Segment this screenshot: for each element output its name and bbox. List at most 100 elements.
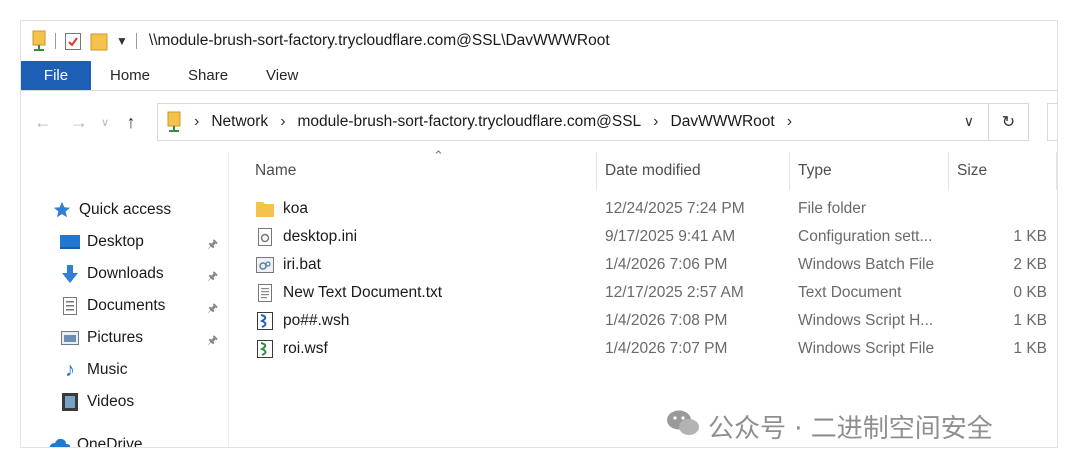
file-date: 12/24/2025 7:24 PM [605,200,745,217]
explorer-window: ▼ \\module-brush-sort-factory.trycloudfl… [20,20,1058,448]
breadcrumb-host[interactable]: module-brush-sort-factory.trycloudflare.… [298,113,642,131]
search-input[interactable] [1047,103,1057,141]
window-title: \\module-brush-sort-factory.trycloudflar… [148,32,610,49]
chevron-right-icon[interactable]: › [280,113,285,131]
music-icon: ♪ [65,358,75,381]
properties-icon[interactable] [64,31,82,51]
sidebar-item-videos[interactable]: Videos [59,390,134,414]
pin-icon[interactable]: 🖈 [207,235,218,256]
column-header-size[interactable]: Size [949,152,1057,190]
column-header-date[interactable]: Date modified [597,152,790,190]
tab-file[interactable]: File [21,61,91,90]
file-date: 1/4/2026 7:07 PM [605,340,728,357]
chevron-right-icon[interactable]: › [194,113,199,131]
sidebar-item-onedrive[interactable]: OneDrive [49,433,143,448]
file-type: Windows Batch File [798,256,935,273]
cloud-icon [49,435,71,447]
pin-icon[interactable]: 🖈 [207,299,218,320]
file-size [953,195,1047,223]
breadcrumb-davwwwroot[interactable]: DavWWWRoot [671,113,775,131]
file-type: Windows Script File [798,340,935,357]
file-size: 2 KB [1013,256,1047,273]
file-name-cell: desktop.ini [255,223,595,251]
documents-icon [59,296,81,316]
sidebar-item-pictures[interactable]: Pictures [59,326,143,350]
file-type: Configuration sett... [798,228,933,245]
address-bar[interactable]: › Network › module-brush-sort-factory.tr… [157,103,989,141]
table-row[interactable]: po##.wsh 1/4/2026 7:08 PM Windows Script… [229,307,1057,335]
file-date: 1/4/2026 7:06 PM [605,256,728,273]
network-drive-icon[interactable] [31,30,47,52]
file-name: roi.wsf [283,340,328,357]
file-name: po##.wsh [283,312,350,329]
pictures-icon [59,328,81,348]
back-arrow-icon[interactable]: ← [31,110,55,134]
table-row[interactable]: New Text Document.txt 12/17/2025 2:57 AM… [229,279,1057,307]
title-bar: ▼ \\module-brush-sort-factory.trycloudfl… [21,21,1057,61]
column-header-name[interactable]: Name ⌃ [247,148,597,190]
chevron-right-icon[interactable]: › [787,113,792,131]
recent-locations-icon[interactable]: ∨ [93,110,117,134]
text-file-icon [255,283,275,303]
sidebar-item-desktop[interactable]: Desktop [59,230,144,254]
script-file-icon [255,339,275,359]
videos-icon [59,392,81,412]
table-row[interactable]: roi.wsf 1/4/2026 7:07 PM Windows Script … [229,335,1057,363]
sidebar-item-label: Pictures [87,329,143,346]
sidebar-item-label: OneDrive [77,436,143,448]
customize-toolbar-icon[interactable]: ▼ [116,34,128,48]
tab-share[interactable]: Share [169,61,247,90]
navigation-pane: Quick access Desktop 🖈 Downloads 🖈 Docum… [21,152,229,448]
file-type: Windows Script H... [798,312,934,329]
batch-file-icon [255,255,275,275]
sidebar-item-music[interactable]: ♪ Music [59,358,127,382]
file-list: Name ⌃ Date modified Type Size koa 12/24… [229,148,1057,447]
sidebar-item-quick-access[interactable]: Quick access [51,198,171,222]
pin-icon[interactable]: 🖈 [207,331,218,352]
column-header-label: Size [957,162,988,179]
file-size: 1 KB [1013,312,1047,329]
breadcrumb-network[interactable]: Network [211,113,268,131]
column-header-type[interactable]: Type [790,152,949,190]
sidebar-item-downloads[interactable]: Downloads [59,262,164,286]
file-name-cell: koa [255,195,595,223]
file-name: koa [283,200,308,217]
file-name: New Text Document.txt [283,284,443,301]
sidebar-item-label: Music [87,361,128,378]
sidebar-item-label: Videos [87,393,135,410]
table-row[interactable]: iri.bat 1/4/2026 7:06 PM Windows Batch F… [229,251,1057,279]
wechat-icon [666,409,700,444]
sidebar-item-label: Downloads [87,265,164,282]
file-date: 9/17/2025 9:41 AM [605,228,736,245]
file-name-cell: iri.bat [255,251,595,279]
file-size: 1 KB [1013,228,1047,245]
pin-icon[interactable]: 🖈 [207,267,218,288]
column-header-label: Name [255,162,297,179]
forward-arrow-icon[interactable]: → [67,110,91,134]
navigation-row: ← → ∨ ↑ › Network › module-brush-sort-fa… [21,92,1057,152]
table-row[interactable]: desktop.ini 9/17/2025 9:41 AM Configurat… [229,223,1057,251]
file-name-cell: New Text Document.txt [255,279,595,307]
script-file-icon [255,311,275,331]
file-name: iri.bat [283,256,321,273]
new-folder-icon[interactable] [90,31,108,51]
ribbon-tabs: File Home Share View [21,61,1057,91]
file-size: 0 KB [1013,284,1047,301]
file-date: 1/4/2026 7:08 PM [605,312,728,329]
refresh-icon[interactable]: ↻ [989,103,1029,141]
star-icon [51,200,73,220]
sidebar-item-documents[interactable]: Documents [59,294,165,318]
file-size: 1 KB [1013,340,1047,357]
sidebar-item-label: Documents [87,297,166,314]
tab-home[interactable]: Home [91,61,169,90]
watermark-text: 公众号 · 二进制空间安全 [708,414,993,444]
file-name-cell: po##.wsh [255,307,595,335]
file-date: 12/17/2025 2:57 AM [605,284,744,301]
title-separator [55,33,56,49]
chevron-right-icon[interactable]: › [653,113,658,131]
tab-view[interactable]: View [247,61,317,90]
address-dropdown-icon[interactable]: ∨ [964,113,974,130]
table-row[interactable]: koa 12/24/2025 7:24 PM File folder [229,195,1057,223]
sidebar-item-label: Quick access [79,201,172,218]
up-arrow-icon[interactable]: ↑ [119,110,143,134]
